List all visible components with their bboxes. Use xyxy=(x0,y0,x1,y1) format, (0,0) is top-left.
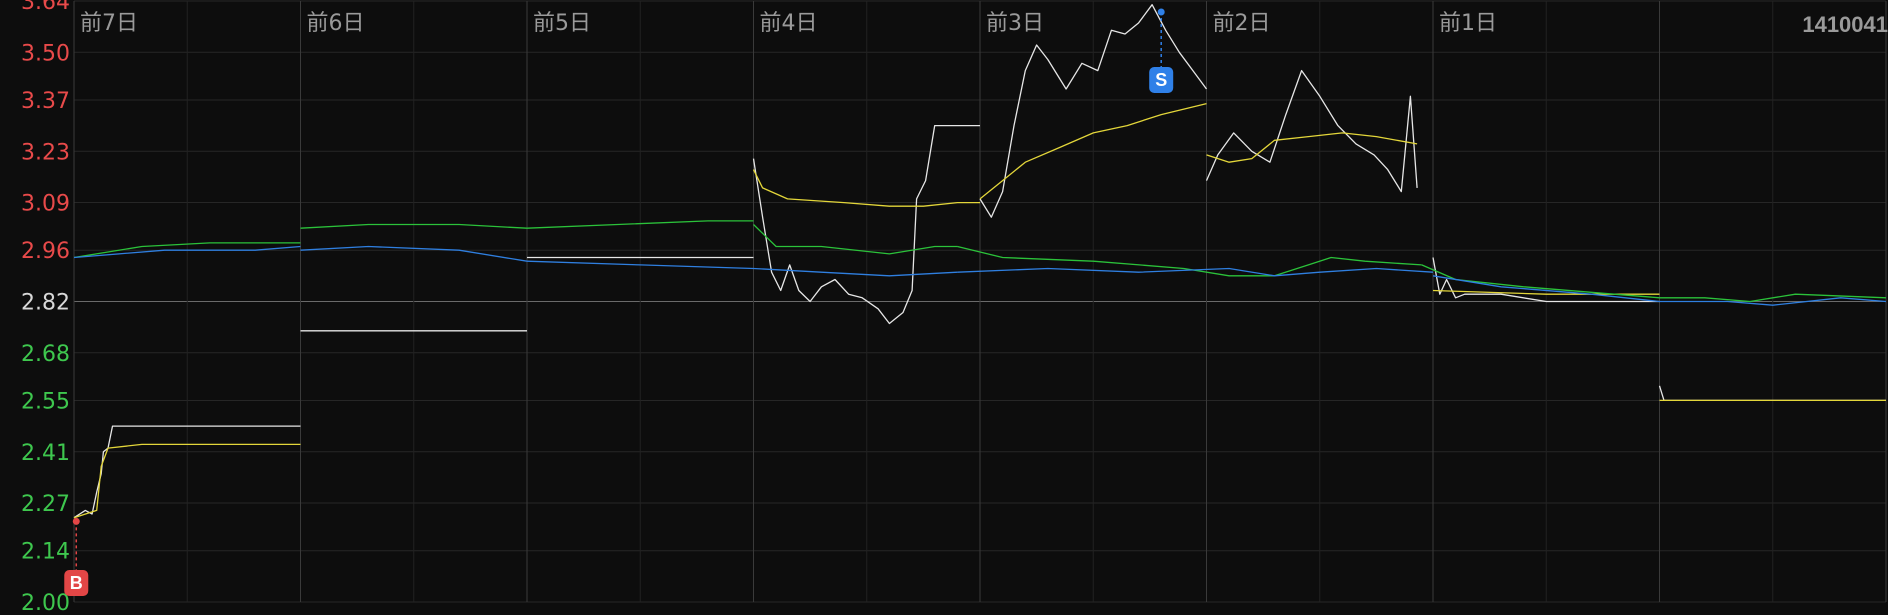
y-tick-label: 3.23 xyxy=(21,140,70,165)
day-label: 前5日 xyxy=(533,11,591,36)
y-tick-label: 3.09 xyxy=(21,192,70,217)
code-label: 1410041 xyxy=(1802,12,1888,37)
marker-label: B xyxy=(70,573,83,593)
series-line-blue xyxy=(957,267,1434,277)
y-tick-label: 2.82 xyxy=(21,291,70,316)
marker-point xyxy=(72,517,80,525)
marker-point xyxy=(1157,8,1165,16)
y-tick-label: 2.27 xyxy=(21,492,70,517)
y-tick-label: 3.64 xyxy=(21,0,70,15)
trade-markers[interactable]: BS xyxy=(64,8,1174,596)
intraday-chart[interactable]: 3.64 3.50 3.37 3.23 3.09 2.96 2.82 2.68 2.55 2.41… xyxy=(0,0,1888,615)
series-line-price xyxy=(1205,69,1418,193)
y-tick-label: 2.14 xyxy=(21,540,70,565)
series-line-green xyxy=(1421,264,1887,303)
y-axis-labels: 3.64 3.50 3.37 3.23 3.09 2.96 2.82 2.68 2.55 2.41… xyxy=(21,0,70,615)
series-line-green xyxy=(957,245,1422,277)
day-labels: 前7日 前6日 前5日 前4日 前3日 前2日 前1日 xyxy=(80,11,1497,36)
y-tick-label: 2.96 xyxy=(21,239,70,264)
marker-label: S xyxy=(1155,70,1167,90)
y-tick-label: 2.41 xyxy=(21,441,70,466)
y-tick-label: 2.00 xyxy=(21,591,70,615)
y-tick-label: 2.55 xyxy=(21,389,70,414)
y-tick-label: 2.68 xyxy=(21,342,70,367)
series-line-blue xyxy=(753,267,958,277)
day-label: 前4日 xyxy=(760,11,818,36)
day-label: 前6日 xyxy=(307,11,365,36)
day-label: 前2日 xyxy=(1213,11,1271,36)
series-line-green xyxy=(753,224,958,255)
chart-svg[interactable]: 3.64 3.50 3.37 3.23 3.09 2.96 2.82 2.68 2.55 2.41… xyxy=(0,0,1888,615)
day-label: 前3日 xyxy=(986,11,1044,36)
y-tick-label: 3.50 xyxy=(21,41,70,66)
day-label: 前7日 xyxy=(80,11,138,36)
y-tick-label: 3.37 xyxy=(21,89,70,114)
day-label: 前1日 xyxy=(1439,11,1497,36)
